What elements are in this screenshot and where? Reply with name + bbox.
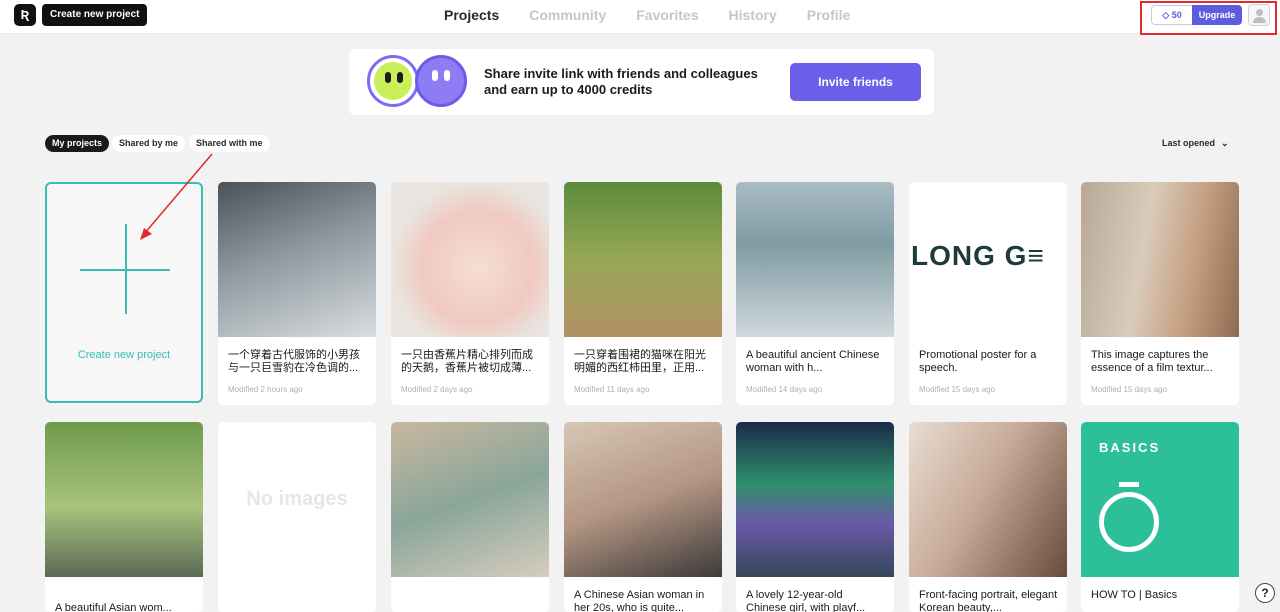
smiley-face-icon (367, 55, 419, 107)
stopwatch-icon (1099, 492, 1159, 552)
project-thumbnail (391, 182, 549, 337)
project-thumbnail (564, 182, 722, 337)
nav-profile[interactable]: Profile (807, 7, 851, 23)
project-title: HOW TO | Basics (1091, 589, 1178, 601)
project-title: A lovely 12-year-old Chinese girl, with … (746, 589, 866, 612)
project-modified: Modified 2 days ago (401, 385, 473, 394)
project-card[interactable]: A beautiful ancient Chinese woman with h… (736, 182, 894, 405)
project-thumbnail: BASICS (1081, 422, 1239, 577)
project-title: Front-facing portrait, elegant Korean be… (919, 589, 1058, 612)
project-title: A beautiful Asian wom... (55, 602, 172, 612)
sort-dropdown[interactable]: Last opened ⌄ (1162, 138, 1229, 149)
project-card[interactable]: 一个穿着古代服饰的小男孩与一只巨雪豹在冷色调的... Modified 2 ho… (218, 182, 376, 405)
project-card[interactable]: A beautiful Asian wom... (45, 422, 203, 612)
project-title: 一个穿着古代服饰的小男孩与一只巨雪豹在冷色调的... (228, 349, 360, 374)
project-title: 一只穿着围裙的猫咪在阳光明媚的西红柿田里，正用... (574, 349, 706, 374)
project-modified: Modified 14 days ago (746, 385, 823, 394)
invite-banner: Share invite link with friends and colle… (349, 49, 934, 115)
no-images-placeholder: No images (246, 488, 348, 510)
project-card[interactable]: 一只穿着围裙的猫咪在阳光明媚的西红柿田里，正用... Modified 11 d… (564, 182, 722, 405)
nav-history[interactable]: History (729, 7, 777, 23)
project-card[interactable]: This image captures the essence of a fil… (1081, 182, 1239, 405)
project-thumbnail (736, 182, 894, 337)
longge-logo-text: LONG G≡ (911, 240, 1045, 271)
invite-friends-button[interactable]: Invite friends (790, 63, 921, 101)
project-thumbnail (564, 422, 722, 577)
project-card[interactable]: A Chinese Asian woman in her 20s, who is… (564, 422, 722, 612)
smiley-face-purple-icon (415, 55, 467, 107)
create-project-label: Create new project (77, 349, 171, 361)
annotation-arrow (140, 153, 213, 240)
sort-label: Last opened (1162, 138, 1216, 148)
project-card[interactable] (391, 422, 549, 612)
project-card[interactable]: A lovely 12-year-old Chinese girl, with … (736, 422, 894, 612)
nav-community[interactable]: Community (529, 7, 606, 23)
project-thumbnail (909, 422, 1067, 577)
project-modified: Modified 15 days ago (1091, 385, 1168, 394)
main-nav: Projects Community Favorites History Pro… (444, 7, 880, 23)
nav-favorites[interactable]: Favorites (636, 7, 698, 23)
top-header: Ʀ Create new project Projects Community … (0, 0, 1280, 34)
create-project-button[interactable]: Create new project (42, 4, 148, 26)
project-title: 一只由香蕉片精心排列而成的天鹅，香蕉片被切成薄... (401, 349, 533, 374)
invite-banner-text: Share invite link with friends and colle… (484, 66, 758, 97)
project-card[interactable]: 一只由香蕉片精心排列而成的天鹅，香蕉片被切成薄... Modified 2 da… (391, 182, 549, 405)
project-title: Promotional poster for a speech. (919, 349, 1037, 374)
chevron-down-icon: ⌄ (1221, 138, 1229, 148)
annotation-highlight-box (1140, 1, 1277, 35)
project-title: This image captures the essence of a fil… (1091, 349, 1213, 374)
app-logo-icon[interactable]: Ʀ (14, 4, 36, 26)
project-thumbnail (218, 182, 376, 337)
nav-projects[interactable]: Projects (444, 7, 499, 23)
filter-my-projects[interactable]: My projects (45, 135, 110, 152)
basics-label: BASICS (1099, 440, 1161, 455)
project-card[interactable]: LONG G≡ Promotional poster for a speech.… (909, 182, 1067, 405)
project-modified: Modified 15 days ago (919, 385, 996, 394)
project-thumbnail (1081, 182, 1239, 337)
project-thumbnail (736, 422, 894, 577)
project-title: A beautiful ancient Chinese woman with h… (746, 349, 880, 374)
project-card[interactable]: Front-facing portrait, elegant Korean be… (909, 422, 1067, 612)
project-thumbnail: LONG G≡ (909, 182, 1067, 337)
project-title: A Chinese Asian woman in her 20s, who is… (574, 589, 705, 612)
project-card[interactable]: No images (218, 422, 376, 612)
project-thumbnail (45, 422, 203, 577)
project-thumbnail (391, 422, 549, 577)
project-card[interactable]: BASICS HOW TO | Basics (1081, 422, 1239, 612)
project-modified: Modified 11 days ago (574, 385, 650, 394)
help-icon[interactable]: ? (1255, 583, 1275, 603)
project-modified: Modified 2 hours ago (228, 385, 303, 394)
